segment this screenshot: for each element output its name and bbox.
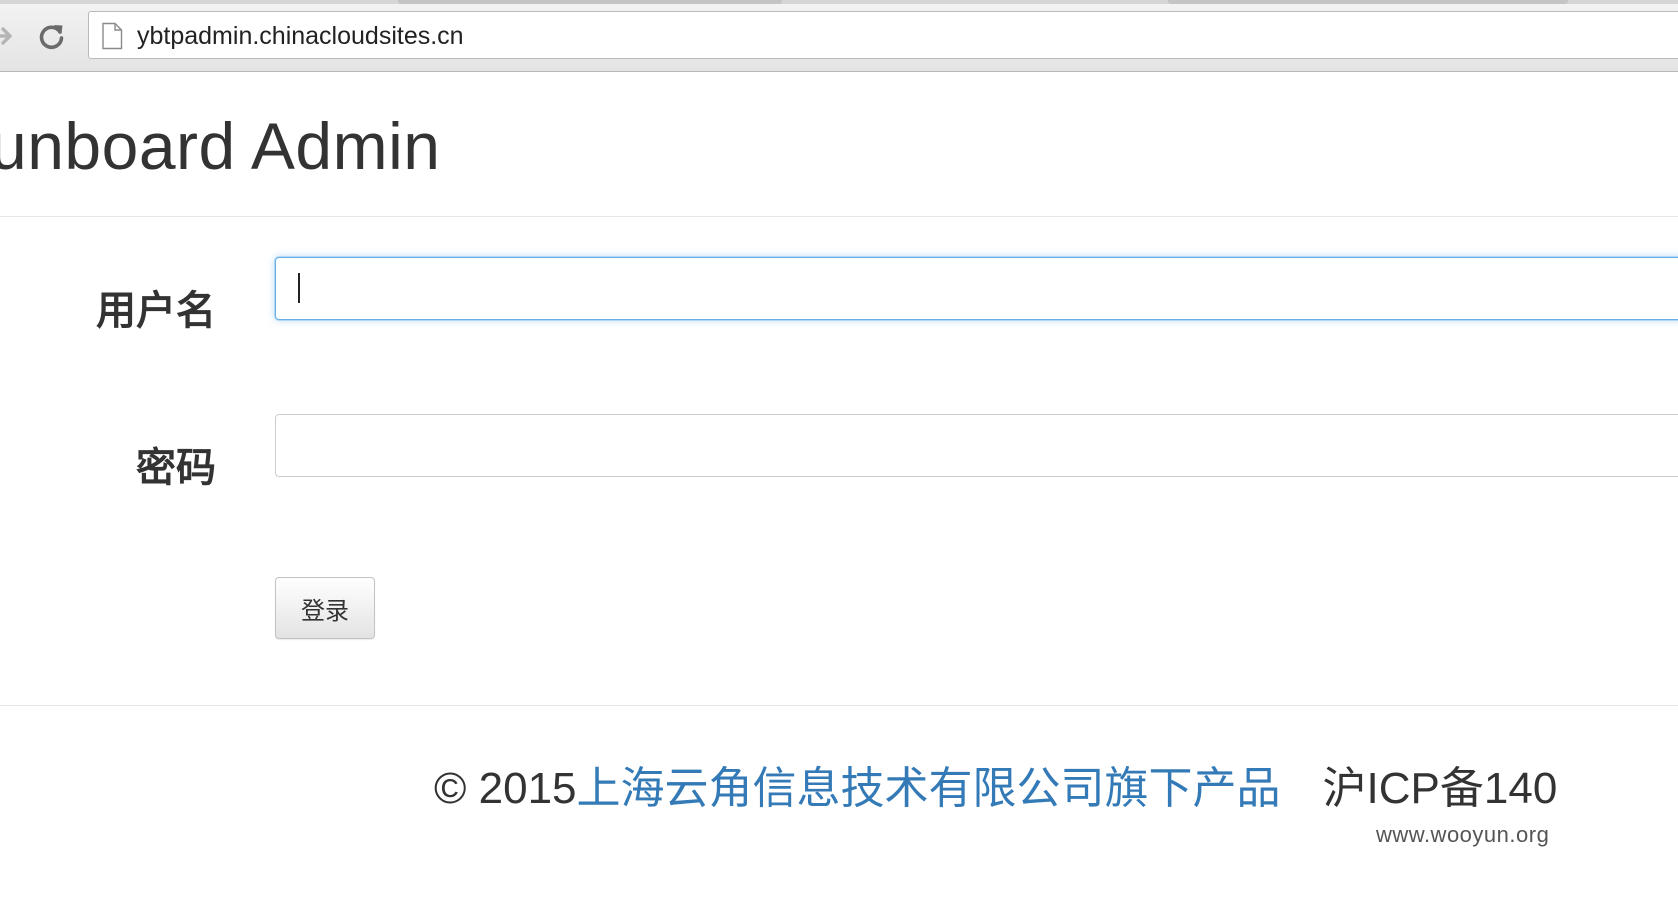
company-link[interactable]: 上海云角信息技术有限公司旗下产品: [577, 764, 1281, 813]
page-icon: [102, 22, 123, 50]
username-label: 用户名: [96, 289, 216, 333]
browser-toolbar: ybtpadmin.chinacloudsites.cn: [0, 0, 1678, 72]
divider: [0, 216, 1678, 217]
address-bar[interactable]: ybtpadmin.chinacloudsites.cn: [88, 11, 1678, 59]
password-label: 密码: [136, 446, 216, 490]
copyright-text: © 2015: [434, 764, 577, 813]
forward-button[interactable]: [0, 18, 20, 54]
icp-text: 沪ICP备140: [1322, 764, 1558, 813]
watermark: www.wooyun.org: [1376, 822, 1550, 847]
reload-icon: [39, 25, 64, 50]
reload-button[interactable]: [34, 18, 70, 54]
footer: © 2015上海云角信息技术有限公司旗下产品 沪ICP备140: [434, 752, 1557, 816]
browser-tab[interactable]: [1168, 0, 1568, 4]
text-cursor: [298, 273, 300, 303]
page-title: unboard Admin: [0, 109, 441, 183]
divider: [0, 705, 1678, 706]
forward-icon: [0, 27, 12, 45]
url-text[interactable]: ybtpadmin.chinacloudsites.cn: [137, 22, 464, 51]
password-input[interactable]: [275, 414, 1678, 477]
username-input[interactable]: [275, 257, 1678, 320]
login-button[interactable]: 登录: [275, 577, 375, 639]
browser-tab[interactable]: [398, 0, 782, 4]
